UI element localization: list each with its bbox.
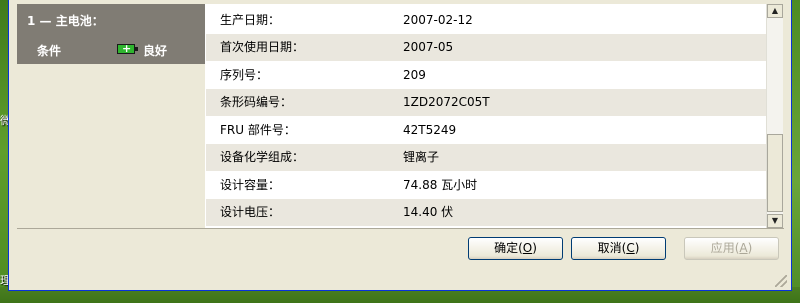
detail-value: 209	[403, 68, 426, 82]
detail-row: 首次使用日期： 2007-05	[206, 34, 766, 61]
scroll-down-arrow-icon[interactable]: ▼	[767, 214, 783, 228]
battery-item-main[interactable]: 1 — 主电池： 条件 + 良好	[17, 4, 205, 64]
scroll-thumb[interactable]	[767, 134, 783, 212]
detail-value: 74.88 瓦小时	[403, 178, 478, 192]
detail-row: 设计电压： 14.40 伏	[206, 199, 766, 226]
detail-label: 首次使用日期：	[220, 40, 305, 54]
detail-label: 设计电压：	[220, 205, 281, 219]
detail-row: 序列号： 209	[206, 62, 766, 89]
battery-list-panel: 1 — 主电池： 条件 + 良好	[17, 4, 206, 228]
detail-label: 设备化学组成：	[220, 150, 305, 164]
condition-label: 条件	[37, 44, 62, 58]
detail-value: 锂离子	[403, 150, 440, 164]
battery-icon: +	[117, 42, 138, 55]
detail-label: FRU 部件号：	[220, 123, 296, 137]
detail-value: 14.40 伏	[403, 205, 454, 219]
resize-grip-icon[interactable]	[775, 275, 787, 287]
divider	[17, 228, 784, 229]
scroll-up-arrow-icon[interactable]: ▲	[767, 4, 783, 18]
detail-label: 序列号：	[220, 68, 269, 82]
condition-value: 良好	[143, 44, 168, 58]
detail-label: 生产日期：	[220, 13, 281, 27]
battery-title: 1 — 主电池：	[27, 14, 104, 28]
detail-value: 2007-02-12	[403, 13, 473, 27]
detail-label: 设计容量：	[220, 178, 281, 192]
apply-button[interactable]: 应用(A)	[684, 237, 779, 260]
ok-button[interactable]: 确定(O)	[468, 237, 563, 260]
detail-row: 设备化学组成： 锂离子	[206, 144, 766, 171]
detail-row: 生产日期： 2007-02-12	[206, 7, 766, 34]
detail-value: 1ZD2072C05T	[403, 95, 490, 109]
detail-row: 条形码编号： 1ZD2072C05T	[206, 89, 766, 116]
battery-details-list: 生产日期： 2007-02-12 首次使用日期： 2007-05 序列号： 20…	[206, 4, 766, 228]
detail-label: 条形码编号：	[220, 95, 293, 109]
detail-value: 2007-05	[403, 40, 454, 54]
detail-row: 设计容量： 74.88 瓦小时	[206, 172, 766, 199]
detail-row: FRU 部件号： 42T5249	[206, 117, 766, 144]
detail-value: 42T5249	[403, 123, 457, 137]
battery-properties-dialog: 1 — 主电池： 条件 + 良好 生产日期： 2007-02-12 首次使用日期…	[8, 0, 792, 291]
details-scrollbar[interactable]: ▲ ▼	[766, 4, 783, 228]
cancel-button[interactable]: 取消(C)	[571, 237, 666, 260]
